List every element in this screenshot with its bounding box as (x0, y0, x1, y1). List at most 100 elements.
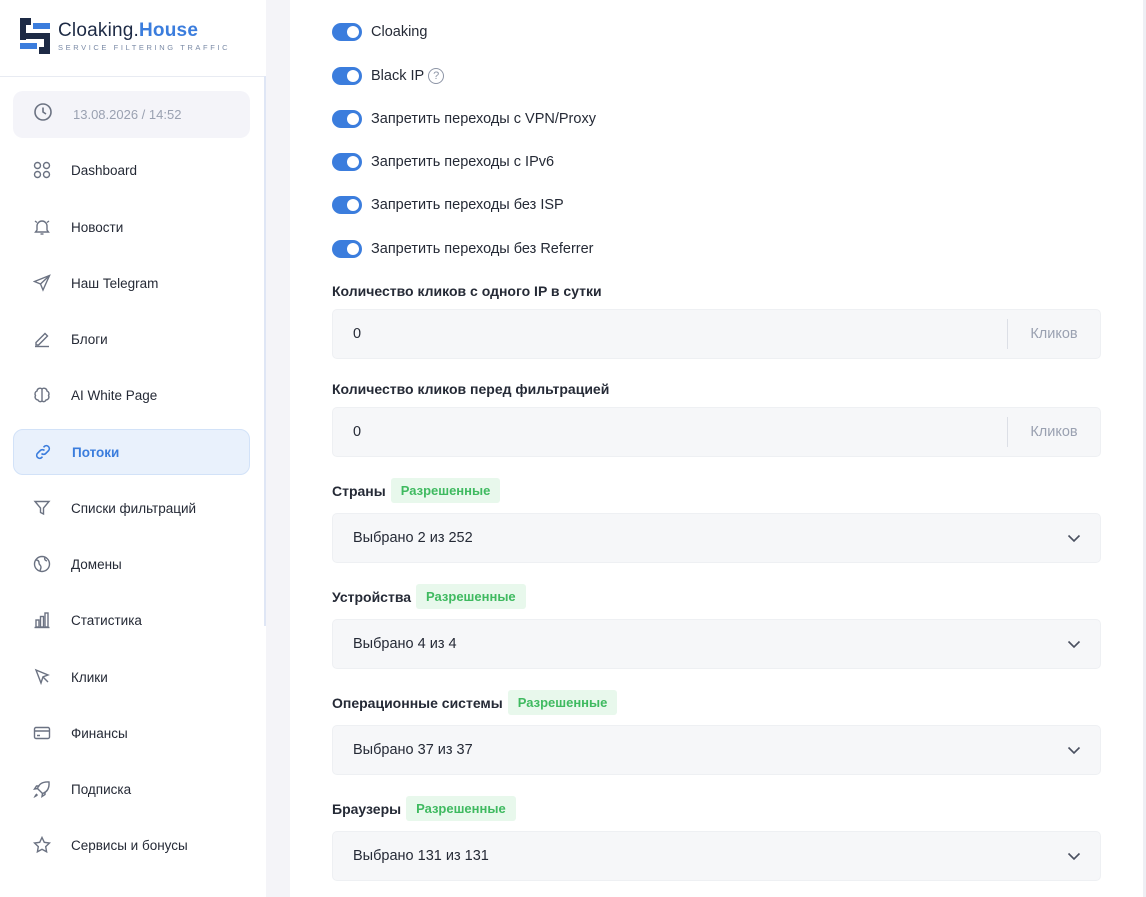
toggle-vpn-proxy-row: Запретить переходы с VPN/Proxy (332, 108, 596, 130)
bell-icon (32, 217, 52, 237)
toggle-black-ip[interactable] (332, 67, 362, 85)
devices-select[interactable]: Выбрано 4 из 4 (332, 619, 1101, 669)
sidebar-item-finance[interactable]: Финансы (13, 710, 250, 756)
toggle-ipv6[interactable] (332, 153, 362, 171)
sidebar-item-statistics[interactable]: Статистика (13, 597, 250, 643)
chevron-down-icon (1064, 740, 1084, 760)
sidebar-item-label: AI White Page (71, 387, 158, 403)
grid-icon (32, 160, 52, 180)
toggle-label: Запретить переходы с VPN/Proxy (371, 111, 596, 127)
sidebar-item-blogs[interactable]: Блоги (13, 316, 250, 362)
select-value: Выбрано 4 из 4 (353, 636, 457, 652)
rocket-icon (32, 779, 52, 799)
browsers-select[interactable]: Выбрано 131 из 131 (332, 831, 1101, 881)
sidebar: Cloaking.House Service filtering traffic… (0, 0, 266, 897)
allowed-badge[interactable]: Разрешенные (416, 584, 526, 609)
sidebar-item-telegram[interactable]: Наш Telegram (13, 260, 250, 306)
toggle-cloaking[interactable] (332, 23, 362, 41)
sidebar-item-flows[interactable]: Потоки (13, 429, 250, 475)
allowed-badge[interactable]: Разрешенные (507, 690, 618, 715)
toggle-referrer[interactable] (332, 240, 362, 258)
filter-icon (32, 498, 52, 518)
sidebar-item-label: Финансы (71, 725, 128, 741)
browsers-label: Браузеры Разрешенные (332, 796, 516, 821)
brand-tagline: Service filtering traffic (58, 43, 231, 52)
toggle-label: Запретить переходы с IPv6 (371, 154, 555, 170)
toggle-label: Запретить переходы без ISP (371, 197, 564, 213)
countries-label: Страны Разрешенные (332, 478, 501, 503)
datetime-text: 13.08.2026 / 14:52 (73, 107, 182, 122)
sidebar-item-news[interactable]: Новости (13, 204, 250, 250)
allowed-badge[interactable]: Разрешенные (406, 796, 516, 821)
toggle-black-ip-row: Black IP ? (332, 65, 445, 87)
sidebar-item-label: Статистика (71, 612, 142, 628)
select-value: Выбрано 37 из 37 (353, 742, 473, 758)
sidebar-item-clicks[interactable]: Клики (13, 654, 250, 700)
sidebar-item-label: Подписка (71, 781, 132, 797)
select-value: Выбрано 2 из 252 (353, 530, 473, 546)
pencil-icon (32, 329, 52, 349)
sidebar-item-label: Домены (71, 556, 122, 572)
sidebar-item-label: Клики (71, 669, 108, 685)
input-unit: Кликов (1030, 424, 1078, 440)
help-icon[interactable]: ? (428, 68, 445, 84)
countries-select[interactable]: Выбрано 2 из 252 (332, 513, 1101, 563)
sidebar-item-label: Сервисы и бонусы (71, 837, 188, 853)
toggle-cloaking-row: Cloaking (332, 21, 427, 43)
clicks-before-filter-field[interactable]: 0 Кликов (332, 407, 1101, 457)
toggle-ipv6-row: Запретить переходы с IPv6 (332, 151, 554, 173)
select-value: Выбрано 131 из 131 (353, 848, 489, 864)
chevron-down-icon (1064, 528, 1084, 548)
send-icon (32, 273, 52, 293)
clicks-per-ip-field[interactable]: 0 Кликов (332, 309, 1101, 359)
brain-icon (32, 385, 52, 405)
os-select[interactable]: Выбрано 37 из 37 (332, 725, 1101, 775)
brand-name: Cloaking.House (58, 20, 199, 41)
chevron-down-icon (1064, 846, 1084, 866)
toggle-vpn-proxy[interactable] (332, 110, 362, 128)
logo-mark-icon (20, 18, 50, 54)
allowed-badge[interactable]: Разрешенные (390, 478, 501, 503)
toggle-referrer-row: Запретить переходы без Referrer (332, 238, 594, 260)
sidebar-item-domains[interactable]: Домены (13, 541, 250, 587)
chevron-down-icon (1064, 634, 1084, 654)
star-icon (32, 835, 52, 855)
field-title: Браузеры (332, 800, 402, 817)
toggle-isp[interactable] (332, 196, 362, 214)
field-title: Устройства (332, 588, 412, 605)
sidebar-item-services-bonuses[interactable]: Сервисы и бонусы (13, 822, 250, 868)
toggle-isp-row: Запретить переходы без ISP (332, 194, 564, 216)
clicks-before-filter-label: Количество кликов перед фильтрацией (332, 381, 610, 397)
input-value[interactable]: 0 (333, 424, 1007, 440)
bar-chart-icon (32, 610, 52, 630)
logo[interactable]: Cloaking.House Service filtering traffic (20, 16, 230, 56)
toggle-label: Запретить переходы без Referrer (371, 241, 594, 257)
sidebar-item-label: Новости (71, 219, 124, 235)
divider (0, 76, 264, 77)
sidebar-item-label: Потоки (72, 444, 120, 460)
sidebar-item-label: Блоги (71, 331, 108, 347)
sidebar-scrollbar[interactable] (264, 76, 266, 626)
sidebar-item-subscription[interactable]: Подписка (13, 766, 250, 812)
link-icon (33, 442, 53, 462)
card-icon (32, 723, 52, 743)
datetime-box: 13.08.2026 / 14:52 (13, 91, 250, 138)
clock-icon (33, 102, 53, 127)
sidebar-item-label: Списки фильтраций (71, 500, 197, 516)
cursor-icon (32, 667, 52, 687)
toggle-label: Black IP (371, 68, 425, 84)
sidebar-item-dashboard[interactable]: Dashboard (13, 147, 250, 193)
globe-icon (32, 554, 52, 574)
field-title: Операционные системы (332, 694, 503, 711)
sidebar-item-ai-white-page[interactable]: AI White Page (13, 372, 250, 418)
input-value[interactable]: 0 (333, 326, 1007, 342)
toggle-label: Cloaking (371, 24, 428, 40)
sidebar-item-label: Dashboard (71, 162, 138, 178)
sidebar-item-label: Наш Telegram (71, 275, 159, 291)
os-label: Операционные системы Разрешенные (332, 690, 618, 715)
devices-label: Устройства Разрешенные (332, 584, 526, 609)
sidebar-item-filter-lists[interactable]: Списки фильтраций (13, 485, 250, 531)
clicks-per-ip-label: Количество кликов с одного IP в сутки (332, 283, 602, 299)
field-title: Страны (332, 482, 386, 499)
input-unit: Кликов (1030, 326, 1078, 342)
